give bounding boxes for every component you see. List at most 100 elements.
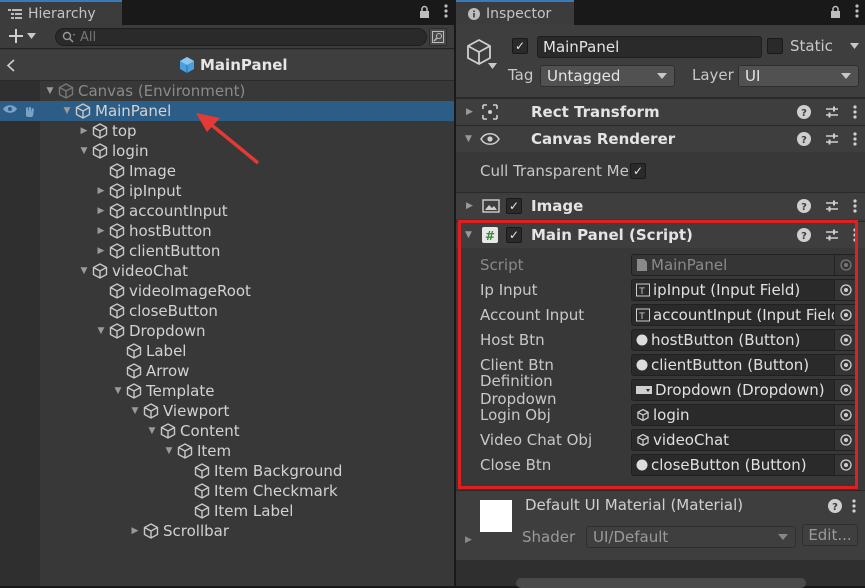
lock-icon[interactable] — [419, 5, 430, 18]
shader-edit-button[interactable]: Edit... — [802, 524, 858, 546]
gameobject-icon — [177, 443, 193, 459]
static-checkbox[interactable] — [767, 38, 783, 54]
more-options-icon[interactable] — [855, 4, 859, 18]
lock-icon[interactable] — [830, 5, 841, 18]
context-menu-icon[interactable] — [853, 199, 857, 213]
hierarchy-row[interactable]: closeButton — [0, 301, 454, 321]
context-menu-icon[interactable] — [853, 105, 857, 119]
expand-open-icon[interactable]: ▼ — [129, 405, 141, 417]
hierarchy-row[interactable]: Label — [0, 341, 454, 361]
image-component-header[interactable]: ▶ ✓ Image ? — [456, 192, 865, 219]
hierarchy-row[interactable]: videoImageRoot — [0, 281, 454, 301]
chevron-down-icon — [778, 534, 788, 540]
cull-transparent-checkbox[interactable]: ✓ — [630, 163, 646, 179]
image-enabled-checkbox[interactable]: ✓ — [506, 198, 522, 214]
expand-open-icon[interactable]: ▼ — [44, 85, 56, 97]
visibility-eye-icon[interactable] — [2, 103, 18, 115]
icon-dropdown-chevron[interactable] — [488, 63, 497, 69]
hierarchy-row-label: clientButton — [129, 242, 221, 260]
expand-open-icon[interactable]: ▼ — [78, 265, 90, 277]
inspector-tab[interactable]: Inspector — [456, 0, 574, 25]
hierarchy-row[interactable]: ▶ accountInput — [0, 201, 454, 221]
hierarchy-row[interactable]: ▼ Dropdown — [0, 321, 454, 341]
hierarchy-search-input[interactable]: All — [55, 28, 427, 46]
hierarchy-row-label: top — [112, 122, 137, 140]
gameobject-icon — [92, 123, 108, 139]
svg-text:?: ? — [832, 502, 838, 513]
hierarchy-row[interactable]: ▶ ipInput — [0, 181, 454, 201]
expand-closed-icon[interactable]: ▶ — [95, 185, 107, 197]
hierarchy-row[interactable]: ▶ hostButton — [0, 221, 454, 241]
horizontal-scrollbar[interactable] — [516, 578, 806, 588]
hierarchy-row[interactable]: ▼ videoChat — [0, 261, 454, 281]
expand-closed-icon[interactable]: ▶ — [95, 205, 107, 217]
expand-closed-icon[interactable]: ▶ — [129, 525, 141, 537]
expand-open-icon[interactable]: ▼ — [61, 105, 73, 117]
static-dropdown-chevron[interactable] — [850, 43, 859, 49]
collapse-open-icon[interactable]: ▼ — [465, 134, 472, 144]
expand-open-icon[interactable]: ▼ — [78, 145, 90, 157]
object-name-input[interactable]: MainPanel — [537, 36, 762, 58]
hierarchy-row[interactable]: ▼ Item — [0, 441, 454, 461]
hierarchy-row[interactable]: ▶ clientButton — [0, 241, 454, 261]
help-icon[interactable]: ? — [797, 199, 811, 213]
expand-open-icon[interactable]: ▼ — [112, 385, 124, 397]
expand-open-icon[interactable]: ▼ — [163, 445, 175, 457]
more-options-icon[interactable] — [444, 4, 448, 18]
material-foldout-icon[interactable]: ▶ — [465, 535, 472, 545]
help-icon[interactable]: ? — [828, 499, 842, 513]
context-menu-icon[interactable] — [853, 132, 857, 146]
component-header-icons: ? — [797, 105, 857, 119]
preset-sliders-icon[interactable] — [825, 132, 839, 146]
help-icon[interactable]: ? — [797, 105, 811, 119]
hierarchy-row[interactable]: Item Label — [0, 501, 454, 521]
canvas-renderer-body: Cull Transparent Mes ✓ — [456, 152, 865, 192]
expand-closed-icon[interactable]: ▶ — [78, 125, 90, 137]
hierarchy-row[interactable]: Arrow — [0, 361, 454, 381]
layer-dropdown[interactable]: UI — [738, 65, 859, 87]
preset-sliders-icon[interactable] — [825, 199, 839, 213]
rect-transform-header[interactable]: ▶ Rect Transform ? — [456, 98, 865, 125]
gameobject-icon — [143, 523, 159, 539]
plus-icon — [9, 29, 23, 43]
context-menu-icon[interactable] — [852, 499, 856, 513]
scene-search-button[interactable] — [429, 28, 447, 46]
hierarchy-tab[interactable]: Hierarchy — [0, 0, 122, 25]
tag-dropdown[interactable]: Untagged — [540, 65, 675, 87]
preset-sliders-icon[interactable] — [825, 105, 839, 119]
gameobject-icon — [75, 103, 91, 119]
hierarchy-row[interactable]: ▼ Content — [0, 421, 454, 441]
pickability-hand-icon[interactable] — [22, 103, 36, 117]
hierarchy-row-label: closeButton — [129, 302, 218, 320]
hierarchy-row[interactable]: Item Background — [0, 461, 454, 481]
gameobject-icon — [160, 423, 176, 439]
material-title: Default UI Material (Material) — [525, 496, 744, 514]
hierarchy-row[interactable]: Item Checkmark — [0, 481, 454, 501]
active-checkbox[interactable]: ✓ — [512, 38, 528, 54]
rect-transform-icon — [482, 104, 498, 120]
expand-open-icon[interactable]: ▼ — [146, 425, 158, 437]
inspector-panel: Inspector ✓ MainPanel Static Tag Untagge… — [456, 0, 865, 588]
scene-root-row[interactable]: ▼ Canvas (Environment) — [0, 81, 454, 101]
hierarchy-row[interactable]: ▶ Scrollbar — [0, 521, 454, 541]
back-arrow-icon[interactable] — [6, 59, 16, 72]
hierarchy-row-label: hostButton — [129, 222, 212, 240]
hierarchy-row-label: login — [112, 142, 149, 160]
create-button[interactable] — [8, 28, 36, 44]
annotation-arrow-icon — [196, 113, 260, 165]
hierarchy-row[interactable]: ▼ Template — [0, 381, 454, 401]
collapse-closed-icon[interactable]: ▶ — [466, 201, 473, 211]
expand-open-icon[interactable]: ▼ — [95, 325, 107, 337]
canvas-renderer-title: Canvas Renderer — [531, 130, 676, 148]
hierarchy-row[interactable]: ▼ Viewport — [0, 401, 454, 421]
expand-closed-icon[interactable]: ▶ — [95, 225, 107, 237]
shader-dropdown[interactable]: UI/Default — [586, 526, 796, 548]
collapse-closed-icon[interactable]: ▶ — [466, 107, 473, 117]
canvas-renderer-header[interactable]: ▼ Canvas Renderer ? — [456, 125, 865, 152]
expand-closed-icon[interactable]: ▶ — [95, 245, 107, 257]
hierarchy-row-label: videoImageRoot — [129, 282, 251, 300]
help-icon[interactable]: ? — [797, 132, 811, 146]
